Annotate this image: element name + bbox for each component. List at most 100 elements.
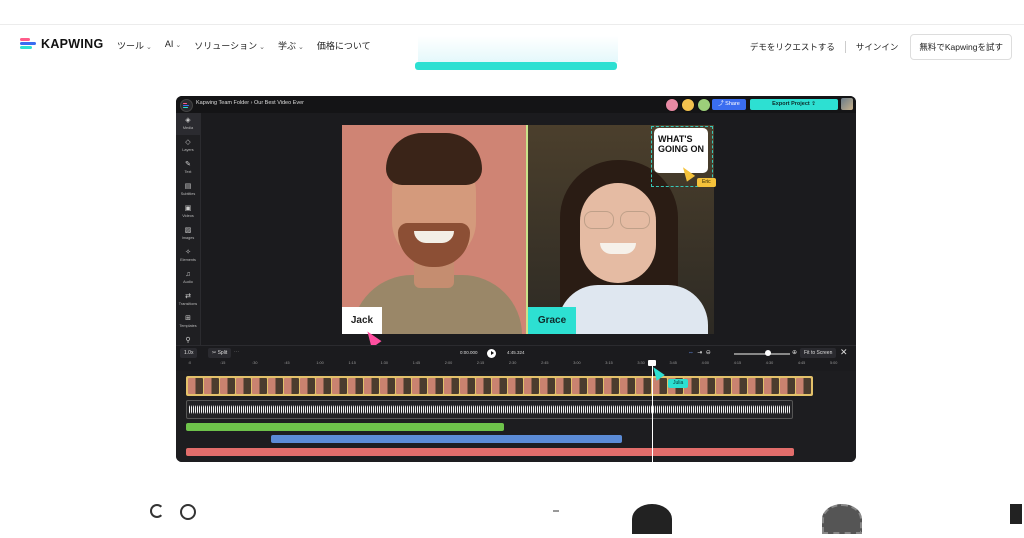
more-options-icon[interactable]: ··· <box>234 349 239 355</box>
video-thumbnail <box>396 378 411 394</box>
video-thumbnail <box>524 378 539 394</box>
ruler-tick-label: :0 <box>188 361 192 365</box>
sidebar-item-media[interactable]: ◈ Media <box>176 113 200 135</box>
element-track[interactable] <box>186 448 794 456</box>
menu-item-label: 学ぶ <box>277 41 296 51</box>
video-thumbnail <box>508 378 523 394</box>
sidebar-item-text[interactable]: ✎ Text <box>176 157 200 179</box>
try-free-button[interactable]: 無料でKapwingを試す <box>910 34 1012 60</box>
video-thumbnail <box>300 378 315 394</box>
avatar[interactable] <box>665 98 679 112</box>
transitions-icon: ⇄ <box>185 293 191 300</box>
video-thumbnail <box>348 378 363 394</box>
partner-logo <box>822 504 862 534</box>
video-thumbnail <box>428 378 443 394</box>
person-face <box>580 183 656 283</box>
sidebar-item-images[interactable]: ▨ Images <box>176 223 200 245</box>
partner-logo <box>553 510 559 512</box>
close-icon[interactable]: ✕ <box>840 347 848 358</box>
cursor-tag-julia: Julia <box>668 379 689 388</box>
plugins-icon: ⚲ <box>185 337 191 344</box>
user-avatar[interactable] <box>841 98 853 110</box>
chevron-down-icon: ⌄ <box>146 44 152 51</box>
elements-icon: ✧ <box>185 249 191 256</box>
share-button[interactable]: ⤴ Share <box>712 99 746 110</box>
skip-to-end-icon[interactable]: ⇥ <box>696 350 702 356</box>
sidebar-item-audio[interactable]: ♫ Audio <box>176 267 200 289</box>
video-thumbnail <box>540 378 555 394</box>
person-hair <box>386 133 482 185</box>
menu-item-learn[interactable]: 学ぶ ⌄ <box>278 39 304 52</box>
kapwing-logo[interactable]: KAPWING <box>20 37 104 51</box>
ruler-tick-label: :45 <box>284 361 290 365</box>
video-thumbnail <box>444 378 459 394</box>
sidebar-item-videos[interactable]: ▣ Videos <box>176 201 200 223</box>
sidebar-item-layers[interactable]: ◇ Layers <box>176 135 200 157</box>
videos-icon: ▣ <box>184 205 192 212</box>
hero-glow <box>418 36 618 62</box>
sidebar-item-transitions[interactable]: ⇄ Transitions <box>176 289 200 311</box>
cursor-tag-eric: Eric <box>697 178 716 187</box>
name-label-jack[interactable]: Jack <box>342 307 382 334</box>
sidebar-item-subtitles[interactable]: ▤ Subtitles <box>176 179 200 201</box>
avatar[interactable] <box>681 98 695 112</box>
zoom-slider[interactable] <box>734 353 790 355</box>
export-icon: ⇪ <box>809 101 816 107</box>
play-button[interactable] <box>487 349 496 358</box>
video-thumbnail <box>716 378 731 394</box>
sidebar-item-label: Text <box>184 170 192 174</box>
sidebar-item-label: Media <box>182 126 194 130</box>
ruler-tick-label: 5:00 <box>830 361 838 365</box>
ruler-tick-label: :15 <box>220 361 226 365</box>
text-track[interactable] <box>186 423 504 431</box>
avatar[interactable] <box>697 98 711 112</box>
timeline-ruler[interactable]: :0:15:30:45 1:00 1:15 1:30 1:45 2:00 2:15 2:30 2… <box>176 361 856 370</box>
video-thumbnail <box>460 378 475 394</box>
export-project-button[interactable]: Export Project ⇪ <box>750 99 838 110</box>
video-clip-jack[interactable] <box>342 125 526 334</box>
video-track[interactable] <box>186 376 813 396</box>
images-icon: ▨ <box>184 227 192 234</box>
templates-icon: ⊞ <box>185 315 191 322</box>
timeline-tools: ⇔ ⇥ ⊖ <box>688 349 711 356</box>
menu-item-tools[interactable]: ツール ⌄ <box>117 39 152 52</box>
fit-to-screen-button[interactable]: Fit to Screen <box>800 348 837 358</box>
ruler-tick-label: 1:15 <box>348 361 356 365</box>
name-label-grace[interactable]: Grace <box>528 307 576 334</box>
ruler-tick-label: 2:00 <box>444 361 453 365</box>
snap-icon[interactable]: ⇔ <box>688 350 694 356</box>
menu-item-solutions[interactable]: ソリューション ⌄ <box>194 39 265 52</box>
video-thumbnail <box>252 378 267 394</box>
ruler-tick-label: :30 <box>252 361 258 365</box>
partner-logo <box>1010 504 1022 524</box>
zoom-slider-handle[interactable] <box>765 350 771 356</box>
partner-logos-strip <box>0 496 1024 538</box>
video-thumbnail <box>332 378 347 394</box>
editor-logo-icon[interactable] <box>180 99 193 112</box>
sidebar-item-elements[interactable]: ✧ Elements <box>176 245 200 267</box>
export-label: Export Project <box>772 101 810 107</box>
sidebar-item-templates[interactable]: ⊞ Templates <box>176 311 200 333</box>
text-sticker[interactable]: WHAT'S GOING ON <box>654 128 708 173</box>
menu-item-ai[interactable]: AI ⌄ <box>165 39 181 52</box>
text-icon: ✎ <box>185 161 191 168</box>
video-thumbnail <box>476 378 491 394</box>
video-thumbnail <box>220 378 235 394</box>
video-thumbnail <box>268 378 283 394</box>
zoom-out-icon[interactable]: ⊖ <box>704 350 711 356</box>
menu-item-pricing[interactable]: 価格について <box>317 39 371 52</box>
sidebar-item-label: Videos <box>182 214 194 218</box>
timeline-toolbar: 1.0x ✂ Split ··· 0:00.000 4:45.324 ⇔ ⇥ ⊖… <box>176 345 856 361</box>
audio-track[interactable] <box>186 400 793 419</box>
split-button[interactable]: ✂ Split <box>208 348 232 358</box>
playback-speed-select[interactable]: 1.0x <box>180 348 198 358</box>
signin-link[interactable]: サインイン <box>856 41 899 53</box>
glasses-icon <box>584 211 652 229</box>
subtitle-track[interactable] <box>271 435 622 443</box>
video-thumbnail <box>748 378 763 394</box>
person-smile <box>414 231 454 243</box>
header-top-divider <box>0 24 1024 25</box>
project-breadcrumb[interactable]: Kapwing Team Folder › Our Best Video Eve… <box>196 100 304 106</box>
request-demo-link[interactable]: デモをリクエストする <box>750 41 835 53</box>
zoom-in-icon[interactable]: ⊕ <box>792 349 797 356</box>
